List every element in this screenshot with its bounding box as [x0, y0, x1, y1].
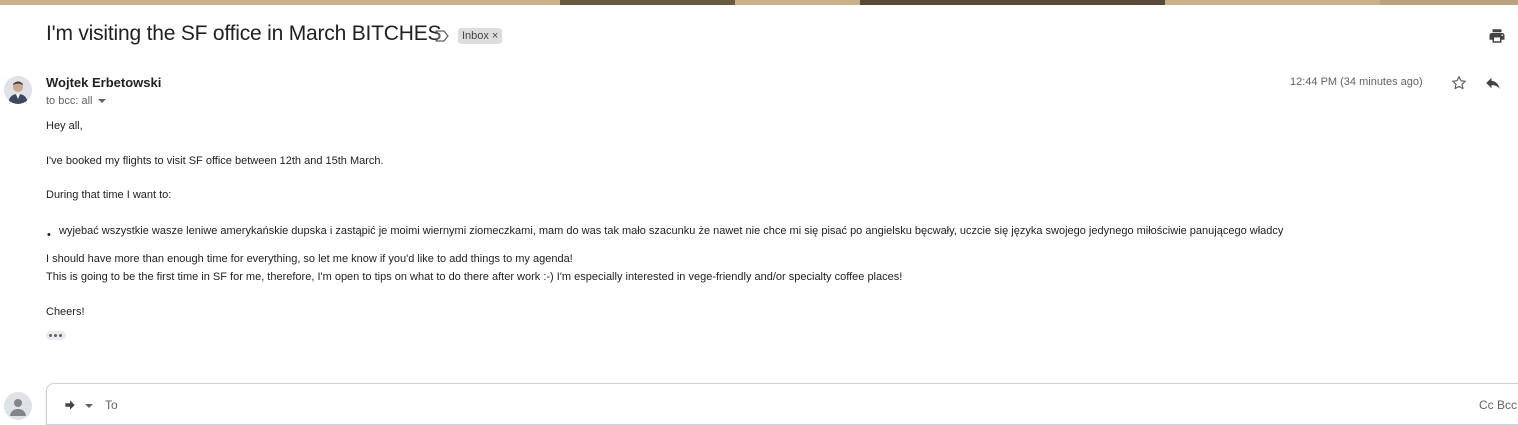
print-icon[interactable] — [1488, 27, 1506, 45]
chevron-down-icon[interactable] — [85, 404, 93, 408]
email-subject: I'm visiting the SF office in March BITC… — [46, 22, 442, 45]
body-line-tips: This is going to be the first time in SF… — [46, 271, 903, 283]
body-line-flights: I've booked my flights to visit SF offic… — [46, 155, 384, 167]
person-icon — [4, 392, 32, 420]
body-bullet-item: wyjebać wszystkie wasze leniwe amerykańs… — [59, 225, 1284, 237]
chevron-down-icon[interactable] — [98, 99, 107, 104]
label-chip-text: Inbox — [462, 30, 489, 42]
body-signoff: Cheers! — [46, 306, 85, 318]
remove-label-icon[interactable]: × — [492, 30, 498, 42]
show-trimmed-content-button[interactable] — [46, 331, 66, 340]
recipients-toggle[interactable]: to bcc: all — [46, 95, 107, 107]
bullet-marker: • — [47, 229, 51, 241]
recipients-text: to bcc: all — [46, 95, 93, 107]
important-marker-icon[interactable] — [434, 29, 450, 43]
label-chip-inbox[interactable]: Inbox × — [458, 28, 503, 44]
avatar-photo-icon — [4, 76, 32, 104]
sender-name[interactable]: Wojtek Erbetowski — [46, 75, 161, 90]
star-icon[interactable] — [1450, 74, 1468, 92]
email-timestamp: 12:44 PM (34 minutes ago) — [1290, 76, 1423, 88]
reply-compose-box[interactable]: To Cc Bcc — [46, 383, 1518, 425]
body-line-intent: During that time I want to: — [46, 189, 172, 201]
body-line-agenda: I should have more than enough time for … — [46, 253, 573, 265]
sender-avatar[interactable] — [4, 76, 32, 104]
body-greeting: Hey all, — [46, 120, 83, 132]
current-user-avatar — [4, 392, 32, 420]
header-background-image — [0, 0, 1518, 5]
reply-icon[interactable] — [1484, 74, 1502, 92]
